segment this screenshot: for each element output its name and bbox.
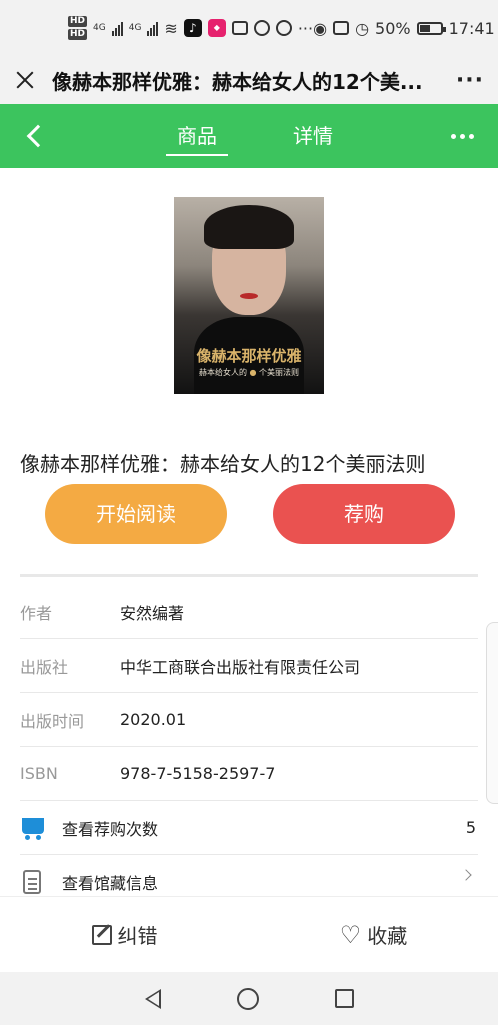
recommend-count-value: 5 bbox=[465, 818, 476, 837]
briefcase-icon bbox=[231, 21, 248, 35]
info-row-publisher: 出版社 中华工商联合出版社有限责任公司 bbox=[20, 639, 478, 693]
cover-subtitle: 赫本给女人的 ● 个美丽法则 bbox=[174, 367, 324, 378]
favorite-button[interactable]: ♡ 收藏 bbox=[249, 897, 498, 972]
nfc-icon bbox=[333, 21, 350, 35]
cover-title: 像赫本那样优雅 bbox=[196, 347, 302, 365]
clock-time: 17:41 bbox=[448, 18, 495, 38]
book-cover: 像赫本那样优雅 赫本给女人的 ● 个美丽法则 bbox=[174, 197, 324, 394]
cover-subtitle-post: 个美丽法则 bbox=[259, 368, 300, 377]
info-row-publish-date: 出版时间 2020.01 bbox=[20, 693, 478, 747]
tiktok-app-icon: ♪ bbox=[183, 19, 202, 37]
network-label-1: 4G bbox=[93, 23, 106, 33]
info-value: 安然编著 bbox=[120, 603, 185, 623]
system-recents-icon[interactable] bbox=[334, 989, 354, 1008]
wifi-icon: ≋ bbox=[164, 18, 178, 38]
document-icon bbox=[20, 870, 44, 894]
status-right: ◉ ◷ 50% 17:41 bbox=[313, 19, 495, 38]
alarm-icon: ◷ bbox=[355, 18, 370, 38]
signal-icon-2 bbox=[147, 20, 159, 36]
heart-icon: ♡ bbox=[339, 920, 362, 949]
edit-icon bbox=[91, 924, 112, 945]
info-label: ISBN bbox=[20, 764, 58, 783]
nav-more-icon[interactable] bbox=[451, 133, 474, 139]
book-title: 像赫本那样优雅：赫本给女人的12个美丽法则 bbox=[20, 452, 426, 476]
app-notification-icon: ◆ bbox=[207, 19, 226, 37]
tab-product[interactable]: 商品 bbox=[166, 104, 228, 168]
app-circle-icon bbox=[275, 20, 292, 36]
chevron-right-icon bbox=[460, 869, 472, 881]
tab-bar: 商品 详情 bbox=[166, 104, 344, 168]
info-row-isbn: ISBN 978-7-5158-2597-7 bbox=[20, 747, 478, 801]
status-left: HD HD 4G 4G ≋ ♪ ◆ ··· bbox=[68, 15, 313, 41]
info-row-author: 作者 安然编著 bbox=[20, 585, 478, 639]
correct-label: 纠错 bbox=[117, 924, 158, 948]
info-label: 出版时间 bbox=[20, 711, 85, 731]
hand-icon bbox=[253, 20, 270, 36]
status-bar: HD HD 4G 4G ≋ ♪ ◆ ··· ◉ ◷ 50% 17:41 bbox=[0, 0, 498, 56]
overflow-icon: ··· bbox=[297, 18, 314, 38]
correct-button[interactable]: 纠错 bbox=[0, 897, 249, 972]
recommend-count-row[interactable]: 查看荐购次数 5 bbox=[20, 801, 478, 855]
hd-badge: HD HD bbox=[68, 16, 88, 40]
signal-icon bbox=[111, 20, 123, 36]
info-value: 中华工商联合出版社有限责任公司 bbox=[120, 657, 361, 677]
top-nav: 商品 详情 bbox=[0, 104, 498, 168]
cart-icon bbox=[20, 816, 44, 840]
network-label-2: 4G bbox=[128, 23, 142, 33]
tab-details[interactable]: 详情 bbox=[282, 104, 344, 168]
cover-subtitle-pre: 赫本给女人的 bbox=[198, 368, 247, 377]
page-title: 像赫本那样优雅：赫本给女人的12个美... bbox=[52, 69, 423, 94]
section-divider bbox=[20, 574, 478, 577]
system-back-icon[interactable] bbox=[144, 988, 161, 1009]
info-label: 出版社 bbox=[20, 657, 69, 677]
back-chevron-icon[interactable] bbox=[26, 124, 50, 148]
favorite-label: 收藏 bbox=[367, 924, 408, 948]
cover-figure-hair bbox=[204, 205, 294, 249]
recommend-purchase-button[interactable]: 荐购 bbox=[273, 484, 455, 544]
battery-percent: 50% bbox=[375, 18, 411, 38]
battery-icon bbox=[416, 21, 446, 35]
cover-figure-lips bbox=[240, 293, 258, 299]
recommend-count-label: 查看荐购次数 bbox=[62, 819, 159, 839]
more-icon[interactable]: ··· bbox=[454, 68, 484, 93]
holdings-label: 查看馆藏信息 bbox=[62, 874, 159, 893]
system-home-icon[interactable] bbox=[236, 987, 259, 1010]
close-icon[interactable] bbox=[14, 69, 36, 91]
bottom-action-bar: 纠错 ♡ 收藏 bbox=[0, 896, 498, 972]
cover-number-badge: ● bbox=[249, 368, 257, 377]
title-bar: 像赫本那样优雅：赫本给女人的12个美... ··· bbox=[0, 56, 498, 104]
info-label: 作者 bbox=[20, 603, 53, 623]
info-value: 978-7-5158-2597-7 bbox=[120, 764, 276, 783]
start-reading-button[interactable]: 开始阅读 bbox=[45, 484, 227, 544]
system-nav-bar bbox=[0, 972, 498, 1025]
info-value: 2020.01 bbox=[120, 710, 187, 729]
side-drawer-handle[interactable] bbox=[486, 622, 498, 804]
eye-icon: ◉ bbox=[313, 18, 328, 38]
